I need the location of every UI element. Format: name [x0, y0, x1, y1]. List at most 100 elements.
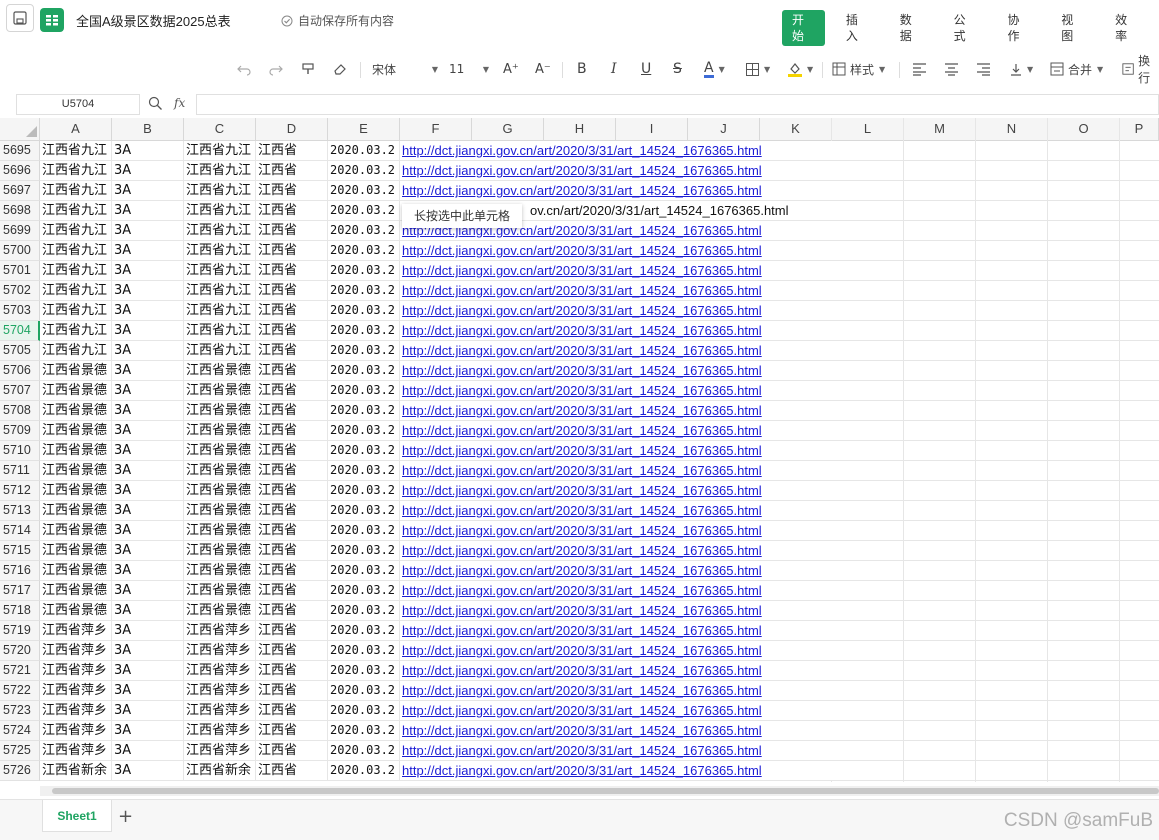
cell-scenic-name[interactable]: 江西省九江 — [40, 261, 112, 280]
italic-button[interactable]: I — [611, 54, 617, 84]
cell-location[interactable]: 江西省景德 — [184, 461, 256, 480]
row-header[interactable]: 5701 — [0, 261, 40, 281]
cell-province[interactable]: 江西省 — [256, 261, 328, 280]
cell-province[interactable]: 江西省 — [256, 361, 328, 380]
cell-grade[interactable]: 3A — [112, 481, 184, 500]
cell-scenic-name[interactable]: 江西省景德 — [40, 461, 112, 480]
cell-date[interactable]: 2020.03.2 — [328, 161, 400, 180]
align-right-button[interactable] — [976, 54, 991, 84]
cell-location[interactable]: 江西省景德 — [184, 501, 256, 520]
cell-source-link[interactable]: http://dct.jiangxi.gov.cn/art/2020/3/31/… — [400, 581, 832, 600]
menu-efficiency[interactable]: 效率 — [1105, 10, 1148, 46]
cell-grade[interactable]: 3A — [112, 621, 184, 640]
cell-date[interactable]: 2020.03.2 — [328, 661, 400, 680]
cell-location[interactable]: 江西省景德 — [184, 361, 256, 380]
cell-source-link[interactable]: http://dct.jiangxi.gov.cn/art/2020/3/31/… — [400, 281, 832, 300]
cell-scenic-name[interactable]: 江西省景德 — [40, 521, 112, 540]
cell-source-link[interactable]: http://dct.jiangxi.gov.cn/art/2020/3/31/… — [400, 141, 832, 160]
cell-scenic-name[interactable]: 江西省九江 — [40, 341, 112, 360]
cell-date[interactable]: 2020.03.2 — [328, 641, 400, 660]
font-size-select[interactable]: 11 ▼ — [449, 54, 489, 84]
cell-province[interactable]: 江西省 — [256, 241, 328, 260]
cell-grade[interactable]: 3A — [112, 161, 184, 180]
cell-date[interactable]: 2020.03.2 — [328, 761, 400, 780]
cell-location[interactable]: 江西省萍乡 — [184, 721, 256, 740]
row-header[interactable]: 5713 — [0, 501, 40, 521]
row-header[interactable]: 5720 — [0, 641, 40, 661]
row-header[interactable]: 5705 — [0, 341, 40, 361]
cell-province[interactable]: 江西省 — [256, 641, 328, 660]
fill-color-button[interactable]: ▼ — [787, 54, 813, 84]
cell-location[interactable]: 江西省萍乡 — [184, 661, 256, 680]
cell-source-link[interactable]: http://dct.jiangxi.gov.cn/art/2020/3/31/… — [400, 641, 832, 660]
cell-location[interactable]: 江西省新余 — [184, 761, 256, 780]
cell-location[interactable]: 江西省九江 — [184, 241, 256, 260]
save-button[interactable] — [6, 4, 34, 32]
row-header[interactable]: 5711 — [0, 461, 40, 481]
cell-province[interactable]: 江西省 — [256, 741, 328, 760]
cell-source-link[interactable]: http://dct.jiangxi.gov.cn/art/2020/3/31/… — [400, 661, 832, 680]
cell-grade[interactable]: 3A — [112, 341, 184, 360]
cell-date[interactable]: 2020.03.2 — [328, 621, 400, 640]
cell-location[interactable]: 江西省景德 — [184, 401, 256, 420]
cell-scenic-name[interactable]: 江西省九江 — [40, 181, 112, 200]
row-header[interactable]: 5698 — [0, 201, 40, 221]
redo-button[interactable] — [268, 54, 284, 84]
cell-scenic-name[interactable]: 江西省景德 — [40, 421, 112, 440]
cell-location[interactable]: 江西省萍乡 — [184, 621, 256, 640]
cell-source-link[interactable]: http://dct.jiangxi.gov.cn/art/2020/3/31/… — [400, 421, 832, 440]
cell-province[interactable]: 江西省 — [256, 441, 328, 460]
add-sheet-button[interactable]: + — [118, 806, 133, 827]
cell-date[interactable]: 2020.03.2 — [328, 741, 400, 760]
menu-formula[interactable]: 公式 — [944, 10, 987, 46]
cell-scenic-name[interactable]: 江西省景德 — [40, 381, 112, 400]
cell-date[interactable]: 2020.03.2 — [328, 261, 400, 280]
column-header-n[interactable]: N — [976, 118, 1048, 140]
cell-scenic-name[interactable]: 江西省景德 — [40, 441, 112, 460]
row-header[interactable]: 5703 — [0, 301, 40, 321]
cell-source-link[interactable]: http://dct.jiangxi.gov.cn/art/2020/3/31/… — [400, 401, 832, 420]
row-header[interactable]: 5723 — [0, 701, 40, 721]
cell-location[interactable]: 江西省九江 — [184, 141, 256, 160]
cell-date[interactable]: 2020.03.2 — [328, 221, 400, 240]
cell-province[interactable]: 江西省 — [256, 581, 328, 600]
cell-date[interactable]: 2020.03.2 — [328, 421, 400, 440]
cell-grade[interactable]: 3A — [112, 241, 184, 260]
column-header-p[interactable]: P — [1120, 118, 1159, 140]
cell-grade[interactable]: 3A — [112, 721, 184, 740]
row-header[interactable]: 5697 — [0, 181, 40, 201]
cell-location[interactable]: 江西省九江 — [184, 221, 256, 240]
cell-grade[interactable]: 3A — [112, 421, 184, 440]
row-header[interactable]: 5719 — [0, 621, 40, 641]
cell-scenic-name[interactable]: 江西省萍乡 — [40, 641, 112, 660]
row-header[interactable]: 5707 — [0, 381, 40, 401]
cell-location[interactable]: 江西省萍乡 — [184, 701, 256, 720]
cell-scenic-name[interactable]: 江西省景德 — [40, 501, 112, 520]
cell-province[interactable]: 江西省 — [256, 401, 328, 420]
cell-grade[interactable]: 3A — [112, 501, 184, 520]
cell-grade[interactable]: 3A — [112, 141, 184, 160]
document-title[interactable]: 全国A级景区数据2025总表 — [76, 11, 231, 30]
scrollbar-thumb[interactable] — [52, 788, 1159, 794]
cell-source-link[interactable]: http://dct.jiangxi.gov.cn/art/2020/3/31/… — [400, 621, 832, 640]
row-header[interactable]: 5702 — [0, 281, 40, 301]
row-header[interactable]: 5700 — [0, 241, 40, 261]
cell-scenic-name[interactable]: 江西省景德 — [40, 581, 112, 600]
column-header-l[interactable]: L — [832, 118, 904, 140]
cell-scenic-name[interactable]: 江西省萍乡 — [40, 681, 112, 700]
cell-source-link[interactable]: http://dct.jiangxi.gov.cn/art/2020/3/31/… — [400, 761, 832, 780]
cell-grade[interactable]: 3A — [112, 221, 184, 240]
cell-date[interactable]: 2020.03.2 — [328, 461, 400, 480]
cell-scenic-name[interactable]: 江西省新余 — [40, 761, 112, 780]
cell-source-link[interactable]: http://dct.jiangxi.gov.cn/art/2020/3/31/… — [400, 521, 832, 540]
cell-grade[interactable]: 3A — [112, 401, 184, 420]
cell-source-link[interactable]: http://dct.jiangxi.gov.cn/art/2020/3/31/… — [400, 361, 832, 380]
row-header[interactable]: 5721 — [0, 661, 40, 681]
cell-scenic-name[interactable]: 江西省萍乡 — [40, 661, 112, 680]
cell-location[interactable]: 江西省萍乡 — [184, 741, 256, 760]
style-button[interactable]: 样式 ▼ — [832, 54, 885, 84]
cell-province[interactable]: 江西省 — [256, 521, 328, 540]
cell-province[interactable]: 江西省 — [256, 721, 328, 740]
cell-province[interactable]: 江西省 — [256, 501, 328, 520]
cell-province[interactable]: 江西省 — [256, 601, 328, 620]
